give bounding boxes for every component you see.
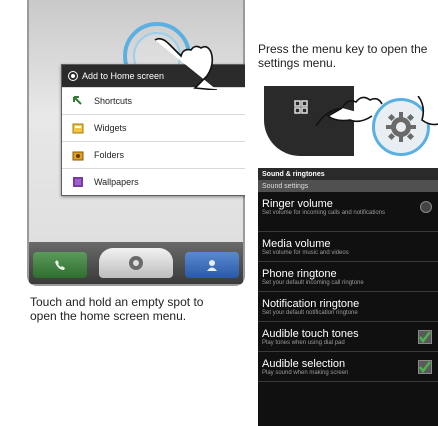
setting-desc: Set volume for incoming calls and notifi…	[262, 210, 386, 216]
gear-icon	[386, 112, 416, 142]
dock-phone-button[interactable]	[33, 252, 87, 278]
setting-media-volume[interactable]: Media volume Set volume for music and vi…	[258, 232, 438, 262]
menu-key-icon[interactable]	[294, 100, 308, 114]
setting-ringer-volume[interactable]: Ringer volume Set volume for incoming ca…	[258, 192, 438, 232]
dock-home-button[interactable]	[99, 248, 173, 278]
home-screen-phone: Add to Home screen Shortcuts Widgets Fol…	[27, 0, 245, 286]
contact-icon	[207, 260, 217, 271]
setting-name: Notification ringtone	[262, 298, 360, 310]
folder-icon	[72, 149, 84, 161]
setting-desc: Set your default notification ringtone	[262, 310, 358, 316]
home-screen-caption: Touch and hold an empty spot to open the…	[30, 295, 204, 323]
section-header: Sound settings	[258, 180, 438, 192]
setting-name: Ringer volume	[262, 198, 333, 210]
phone-icon	[55, 260, 65, 270]
menu-item-wallpapers[interactable]: Wallpapers	[62, 168, 245, 195]
setting-desc: Play sound when making screen	[262, 370, 349, 376]
shortcut-icon	[72, 95, 84, 107]
menu-item-label: Folders	[94, 150, 125, 160]
menu-item-shortcuts[interactable]: Shortcuts	[62, 87, 245, 114]
setting-name: Phone ringtone	[262, 268, 337, 280]
menu-key-illustration	[264, 86, 438, 176]
checkmark-icon	[419, 361, 431, 373]
setting-name: Audible touch tones	[262, 328, 359, 340]
pointing-hand-icon	[417, 96, 438, 126]
menu-item-label: Shortcuts	[94, 96, 133, 106]
wallpaper-icon	[72, 176, 84, 188]
add-icon	[68, 71, 78, 81]
menu-item-widgets[interactable]: Widgets	[62, 114, 245, 141]
checkmark-icon	[419, 331, 431, 343]
setting-notification-ringtone[interactable]: Notification ringtone Set your default n…	[258, 292, 438, 322]
menu-key-caption: Press the menu key to open the settings …	[258, 42, 428, 70]
setting-phone-ringtone[interactable]: Phone ringtone Set your default incoming…	[258, 262, 438, 292]
sound-settings-screen: Sound & ringtones Sound settings Ringer …	[258, 168, 438, 426]
checkbox-checked[interactable]	[418, 330, 432, 344]
pointing-hand-icon	[154, 37, 217, 90]
menu-item-label: Wallpapers	[94, 177, 139, 187]
settings-radio-icon	[420, 201, 432, 213]
checkbox-checked[interactable]	[418, 360, 432, 374]
setting-desc: Set volume for music and videos	[262, 250, 349, 256]
menu-item-label: Widgets	[94, 123, 127, 133]
setting-name: Media volume	[262, 238, 331, 250]
setting-audible-touch-tones[interactable]: Audible touch tones Play tones when usin…	[258, 322, 438, 352]
dock-contacts-button[interactable]	[185, 252, 239, 278]
setting-audible-selection[interactable]: Audible selection Play sound when making…	[258, 352, 438, 382]
dock	[29, 242, 243, 284]
setting-name: Audible selection	[262, 358, 346, 370]
setting-desc: Play tones when using dial pad	[262, 340, 345, 346]
launcher-icon	[129, 256, 143, 270]
widgets-icon	[72, 122, 84, 134]
menu-item-folders[interactable]: Folders	[62, 141, 245, 168]
screen-title: Sound & ringtones	[258, 168, 438, 180]
setting-desc: Set your default incoming call ringtone	[262, 280, 364, 286]
